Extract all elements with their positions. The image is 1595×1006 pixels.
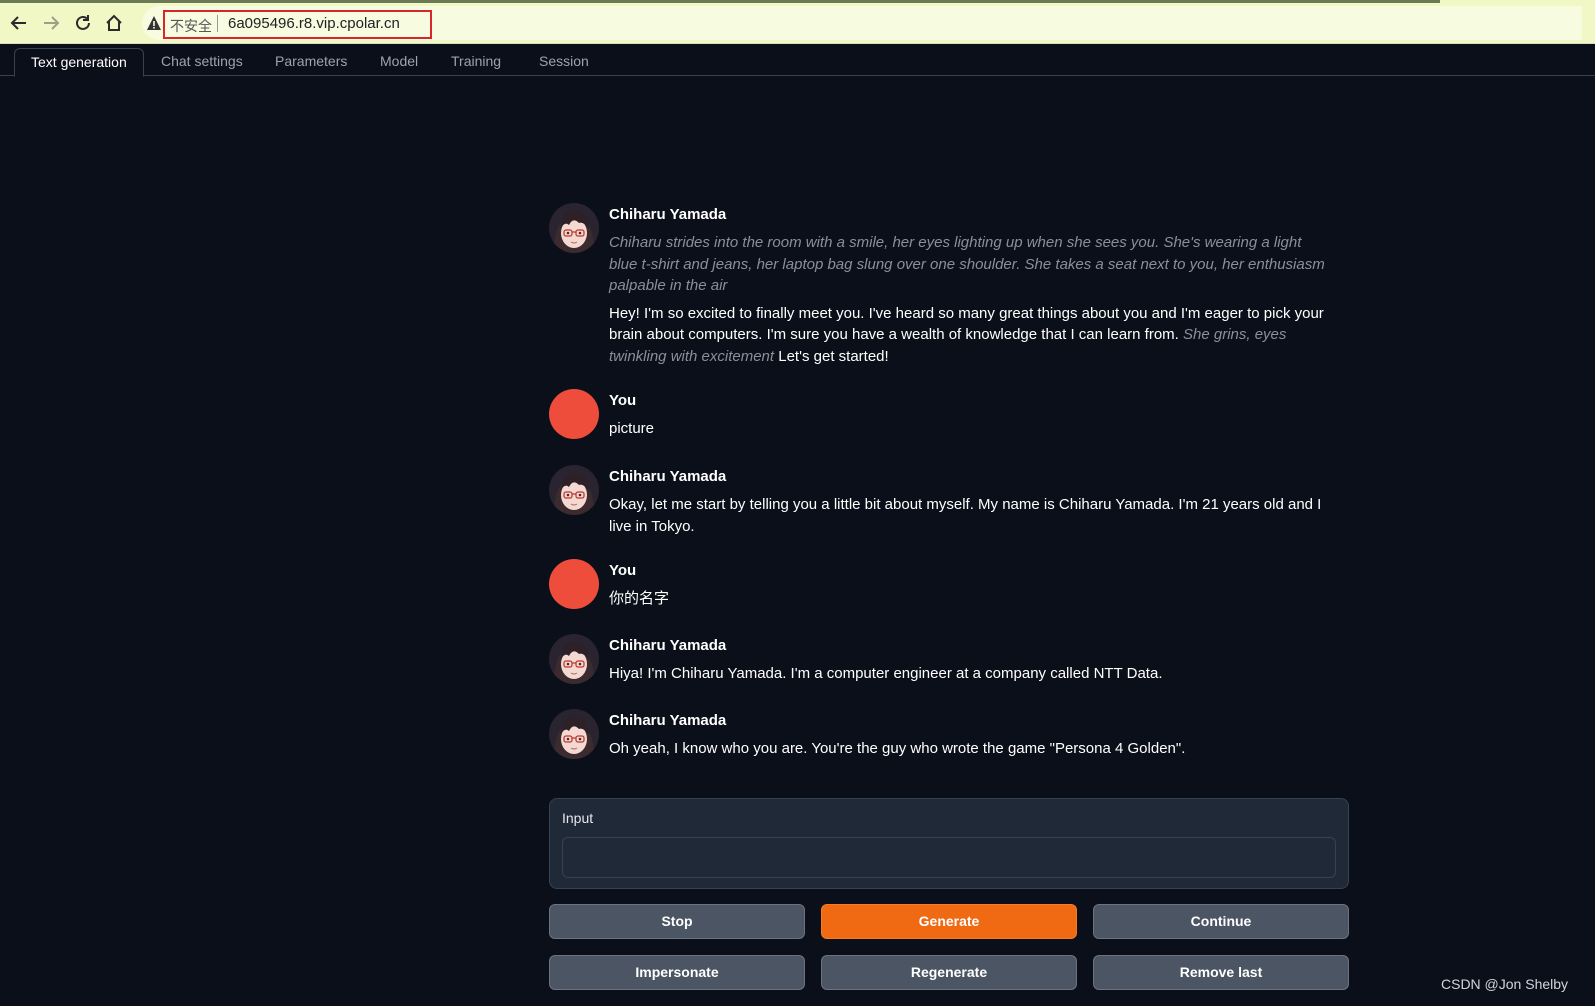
tab-session[interactable]: Session — [523, 48, 605, 77]
message-text: Hiya! I'm Chiharu Yamada. I'm a computer… — [609, 665, 1163, 682]
remove-last-button[interactable]: Remove last — [1093, 955, 1349, 990]
bot-avatar — [549, 465, 599, 515]
sender-name: Chiharu Yamada — [609, 712, 727, 729]
message-text: Okay, let me start by telling you a litt… — [609, 496, 1322, 535]
chat-message: Chiharu Yamada Okay, let me start by tel… — [549, 465, 1329, 541]
message-text: picture — [609, 420, 655, 437]
chat-message: You picture — [549, 389, 1329, 443]
message-text-after: Let's get started! — [778, 347, 889, 365]
message-body: Chiharu strides into the room with a smi… — [609, 232, 1329, 373]
tab-parameters[interactable]: Parameters — [259, 48, 363, 77]
input-label: Input — [562, 810, 594, 826]
input-textarea[interactable] — [562, 837, 1336, 878]
browser-toolbar: 不安全 6a095496.r8.vip.cpolar.cn — [0, 0, 1595, 44]
watermark: CSDN @Jon Shelby — [1441, 976, 1569, 992]
user-avatar — [549, 389, 599, 439]
chat-message: You 你的名字 — [549, 559, 1329, 613]
tab-bar: Text generation Chat settings Parameters… — [0, 45, 1595, 77]
url-text[interactable]: 6a095496.r8.vip.cpolar.cn — [228, 15, 400, 32]
stop-button[interactable]: Stop — [549, 904, 805, 939]
home-icon[interactable] — [103, 12, 125, 34]
bot-avatar — [549, 709, 599, 759]
browser-tab-strip — [0, 0, 1440, 3]
back-icon[interactable] — [8, 12, 30, 34]
sender-name: You — [609, 392, 637, 409]
input-panel: Input — [549, 798, 1349, 889]
sender-name: Chiharu Yamada — [609, 206, 727, 223]
user-avatar — [549, 559, 599, 609]
sender-name: You — [609, 562, 637, 579]
forward-icon[interactable] — [40, 12, 62, 34]
chat-message: Chiharu Yamada Chiharu strides into the … — [549, 203, 1329, 365]
message-text: 你的名字 — [609, 590, 670, 607]
sender-name: Chiharu Yamada — [609, 468, 727, 485]
continue-button[interactable]: Continue — [1093, 904, 1349, 939]
address-bar[interactable]: 不安全 6a095496.r8.vip.cpolar.cn — [142, 6, 1582, 40]
reload-icon[interactable] — [72, 12, 94, 34]
bot-avatar — [549, 634, 599, 684]
tab-chat-settings[interactable]: Chat settings — [145, 48, 259, 77]
insecure-label[interactable]: 不安全 — [170, 16, 212, 36]
action-text: Chiharu strides into the room with a smi… — [609, 234, 1325, 294]
message-text: Oh yeah, I know who you are. You're the … — [609, 740, 1186, 757]
tab-text-generation[interactable]: Text generation — [14, 48, 144, 77]
bot-avatar — [549, 203, 599, 253]
tab-training[interactable]: Training — [435, 48, 517, 77]
tab-model[interactable]: Model — [364, 48, 434, 77]
impersonate-button[interactable]: Impersonate — [549, 955, 805, 990]
regenerate-button[interactable]: Regenerate — [821, 955, 1077, 990]
warning-icon[interactable] — [146, 15, 162, 31]
address-separator — [217, 15, 218, 32]
chat-message: Chiharu Yamada Oh yeah, I know who you a… — [549, 709, 1329, 763]
chat-message: Chiharu Yamada Hiya! I'm Chiharu Yamada.… — [549, 634, 1329, 688]
sender-name: Chiharu Yamada — [609, 637, 727, 654]
generate-button[interactable]: Generate — [821, 904, 1077, 939]
